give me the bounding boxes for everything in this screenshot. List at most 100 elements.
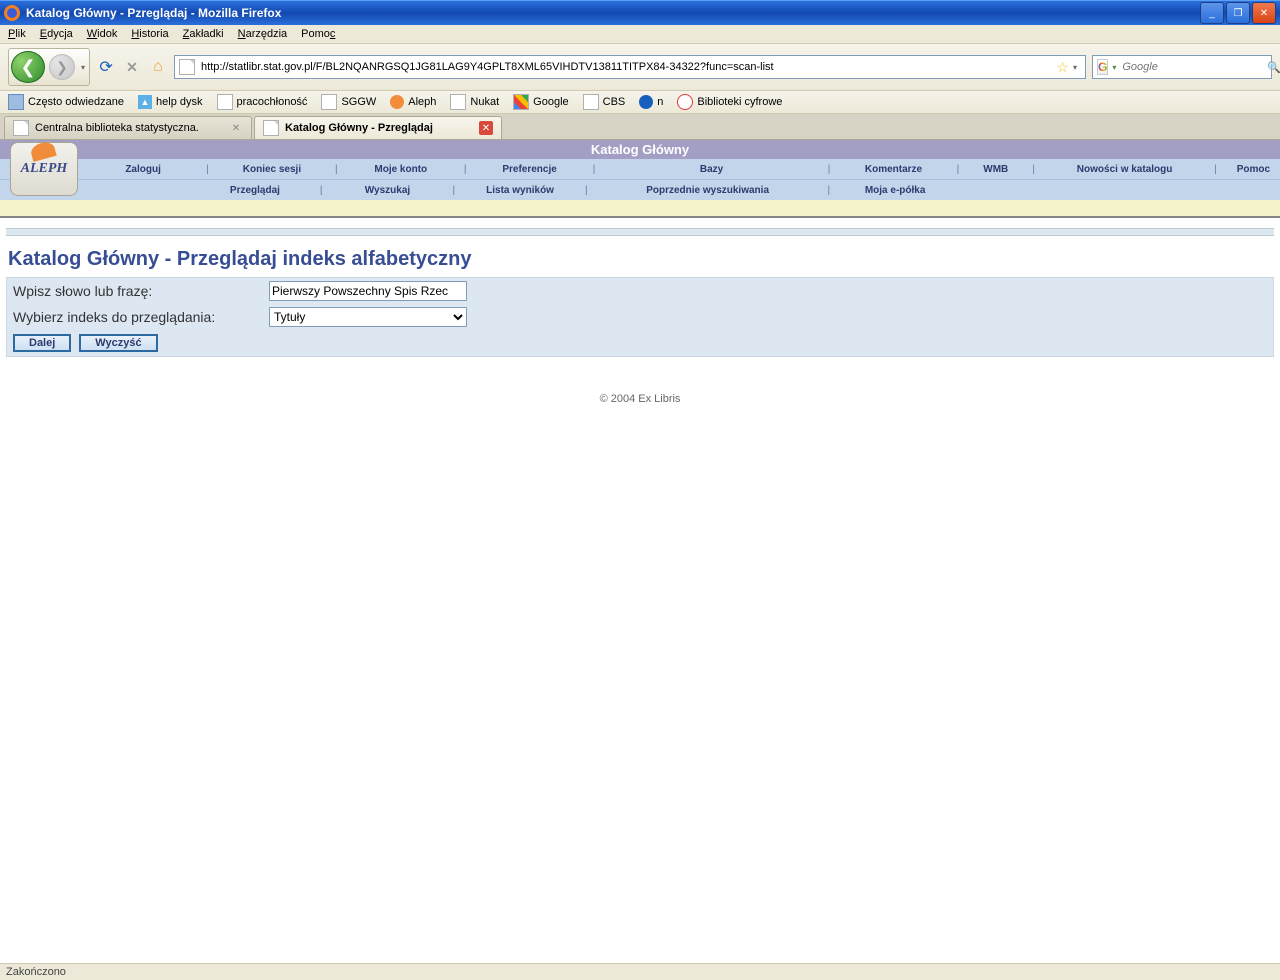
bookmark-label: Biblioteki cyfrowe xyxy=(697,96,782,108)
bookmark-label: CBS xyxy=(603,96,626,108)
tab-label: Centralna biblioteka statystyczna. xyxy=(35,122,223,134)
menu-edycja[interactable]: Edycja xyxy=(40,28,73,40)
nav-przegladaj[interactable]: Przeglądaj xyxy=(230,185,280,196)
nav-lista-wynikow[interactable]: Lista wyników xyxy=(486,185,554,196)
bookmark-label: n xyxy=(657,96,663,108)
page-icon: ▲ xyxy=(138,95,152,109)
bookmark-cbs[interactable]: CBS xyxy=(583,94,626,110)
menu-plik[interactable]: Plik xyxy=(8,28,26,40)
firefox-icon xyxy=(4,5,20,21)
aleph-logo-text: ALEPH xyxy=(21,161,68,177)
nav-wmb[interactable]: WMB xyxy=(983,164,1008,175)
status-bar: Zakończono xyxy=(0,963,1280,980)
footer-copyright: © 2004 Ex Libris xyxy=(0,393,1280,405)
maximize-button[interactable]: ❐ xyxy=(1226,2,1250,24)
phrase-input[interactable] xyxy=(269,281,467,301)
bookmark-nukat[interactable]: Nukat xyxy=(450,94,499,110)
reload-button[interactable]: ⟳ xyxy=(96,57,116,77)
aleph-title: Katalog Główny xyxy=(0,142,1280,157)
nav-back-forward-group: ❮ ❯ ▾ xyxy=(8,48,90,86)
home-button[interactable]: ⌂ xyxy=(148,57,168,77)
bc-icon xyxy=(677,94,693,110)
menu-narzedzia[interactable]: Narzędzia xyxy=(238,28,288,40)
search-engine-dropdown[interactable]: ▾ xyxy=(1108,63,1120,72)
nav-poprzednie-wyszukiwania[interactable]: Poprzednie wyszukiwania xyxy=(646,185,769,196)
aleph-header: ALEPH Katalog Główny xyxy=(0,140,1280,159)
bookmark-label: Nukat xyxy=(470,96,499,108)
index-select[interactable]: Tytuły xyxy=(269,307,467,327)
bookmarks-toolbar: Często odwiedzane ▲ help dysk pracochłono… xyxy=(0,91,1280,114)
tab-label: Katalog Główny - Pzreglądaj xyxy=(285,122,473,134)
window-title: Katalog Główny - Pzreglądaj - Mozilla Fi… xyxy=(26,6,1200,20)
stop-button[interactable]: ✕ xyxy=(122,57,142,77)
menu-pomoc[interactable]: Pomoc xyxy=(301,28,335,40)
nav-bazy[interactable]: Bazy xyxy=(700,164,723,175)
back-button[interactable]: ❮ xyxy=(11,51,45,83)
nav-wyszukaj[interactable]: Wyszukaj xyxy=(365,185,410,196)
bookmark-label: Często odwiedzane xyxy=(28,96,124,108)
close-button[interactable]: ✕ xyxy=(1252,2,1276,24)
bookmark-label: Aleph xyxy=(408,96,436,108)
search-input[interactable] xyxy=(1120,60,1267,74)
page-icon xyxy=(13,120,29,136)
google-icon xyxy=(513,94,529,110)
minimize-button[interactable]: _ xyxy=(1200,2,1224,24)
bookmark-pracochlonosc[interactable]: pracochłoność xyxy=(217,94,308,110)
nav-komentarze[interactable]: Komentarze xyxy=(865,164,922,175)
bookmark-n[interactable]: n xyxy=(639,95,663,109)
nav-koniec-sesji[interactable]: Koniec sesji xyxy=(243,164,301,175)
window-titlebar: Katalog Główny - Pzreglądaj - Mozilla Fi… xyxy=(0,0,1280,25)
bookmark-label: pracochłoność xyxy=(237,96,308,108)
tab-close-icon[interactable]: ✕ xyxy=(229,121,243,135)
bookmark-sggw[interactable]: SGGW xyxy=(321,94,376,110)
nav-zaloguj[interactable]: Zaloguj xyxy=(125,164,161,175)
aleph-nav-row-2: Przeglądaj| Wyszukaj| Lista wyników| Pop… xyxy=(0,179,1280,200)
page-title: Katalog Główny - Przeglądaj indeks alfab… xyxy=(6,242,1274,277)
page-icon xyxy=(583,94,599,110)
url-dropdown[interactable]: ▾ xyxy=(1069,63,1081,72)
aleph-icon xyxy=(390,95,404,109)
menu-zakladki[interactable]: Zakładki xyxy=(183,28,224,40)
bookmark-label: Google xyxy=(533,96,568,108)
n-icon xyxy=(639,95,653,109)
separator-blue xyxy=(6,228,1274,236)
clear-button[interactable]: Wyczyść xyxy=(79,334,157,352)
menu-widok[interactable]: Widok xyxy=(87,28,118,40)
url-input[interactable] xyxy=(199,60,1056,74)
page-icon xyxy=(179,59,195,75)
tabs-bar: Centralna biblioteka statystyczna. ✕ Kat… xyxy=(0,114,1280,140)
page-icon xyxy=(321,94,337,110)
bookmark-aleph[interactable]: Aleph xyxy=(390,95,436,109)
search-box[interactable]: G ▾ 🔍 xyxy=(1092,55,1272,79)
google-icon[interactable]: G xyxy=(1097,59,1108,75)
bookmark-label: SGGW xyxy=(341,96,376,108)
nav-toolbar: ❮ ❯ ▾ ⟳ ✕ ⌂ ☆ ▾ G ▾ 🔍 xyxy=(0,44,1280,91)
forward-button[interactable]: ❯ xyxy=(49,54,75,80)
status-text: Zakończono xyxy=(6,966,66,978)
page-icon xyxy=(217,94,233,110)
nav-preferencje[interactable]: Preferencje xyxy=(502,164,556,175)
bookmark-biblioteki-cyfrowe[interactable]: Biblioteki cyfrowe xyxy=(677,94,782,110)
nav-pomoc[interactable]: Pomoc xyxy=(1237,164,1270,175)
bookmark-czesto-odwiedzane[interactable]: Często odwiedzane xyxy=(8,94,124,110)
folder-icon xyxy=(8,94,24,110)
nav-nowosci[interactable]: Nowości w katalogu xyxy=(1077,164,1173,175)
bookmark-star-icon[interactable]: ☆ xyxy=(1056,59,1069,76)
history-dropdown[interactable]: ▾ xyxy=(77,63,89,72)
url-bar[interactable]: ☆ ▾ xyxy=(174,55,1086,79)
menu-bar: Plik Edycja Widok Historia Zakładki Narz… xyxy=(0,25,1280,44)
bookmark-label: help dysk xyxy=(156,96,202,108)
nav-moje-konto[interactable]: Moje konto xyxy=(374,164,427,175)
tab-centralna-biblioteka[interactable]: Centralna biblioteka statystyczna. ✕ xyxy=(4,116,252,139)
bookmark-google[interactable]: Google xyxy=(513,94,568,110)
go-button[interactable]: Dalej xyxy=(13,334,71,352)
search-go-icon[interactable]: 🔍 xyxy=(1267,61,1280,74)
bookmark-help-dysk[interactable]: ▲ help dysk xyxy=(138,95,202,109)
tab-close-icon[interactable]: ✕ xyxy=(479,121,493,135)
page-icon xyxy=(450,94,466,110)
menu-historia[interactable]: Historia xyxy=(131,28,168,40)
aleph-logo[interactable]: ALEPH xyxy=(10,142,78,196)
nav-moja-epolka[interactable]: Moja e-półka xyxy=(865,185,926,196)
tab-katalog-glowny[interactable]: Katalog Główny - Pzreglądaj ✕ xyxy=(254,116,502,139)
label-phrase: Wpisz słowo lub frazę: xyxy=(13,283,269,299)
